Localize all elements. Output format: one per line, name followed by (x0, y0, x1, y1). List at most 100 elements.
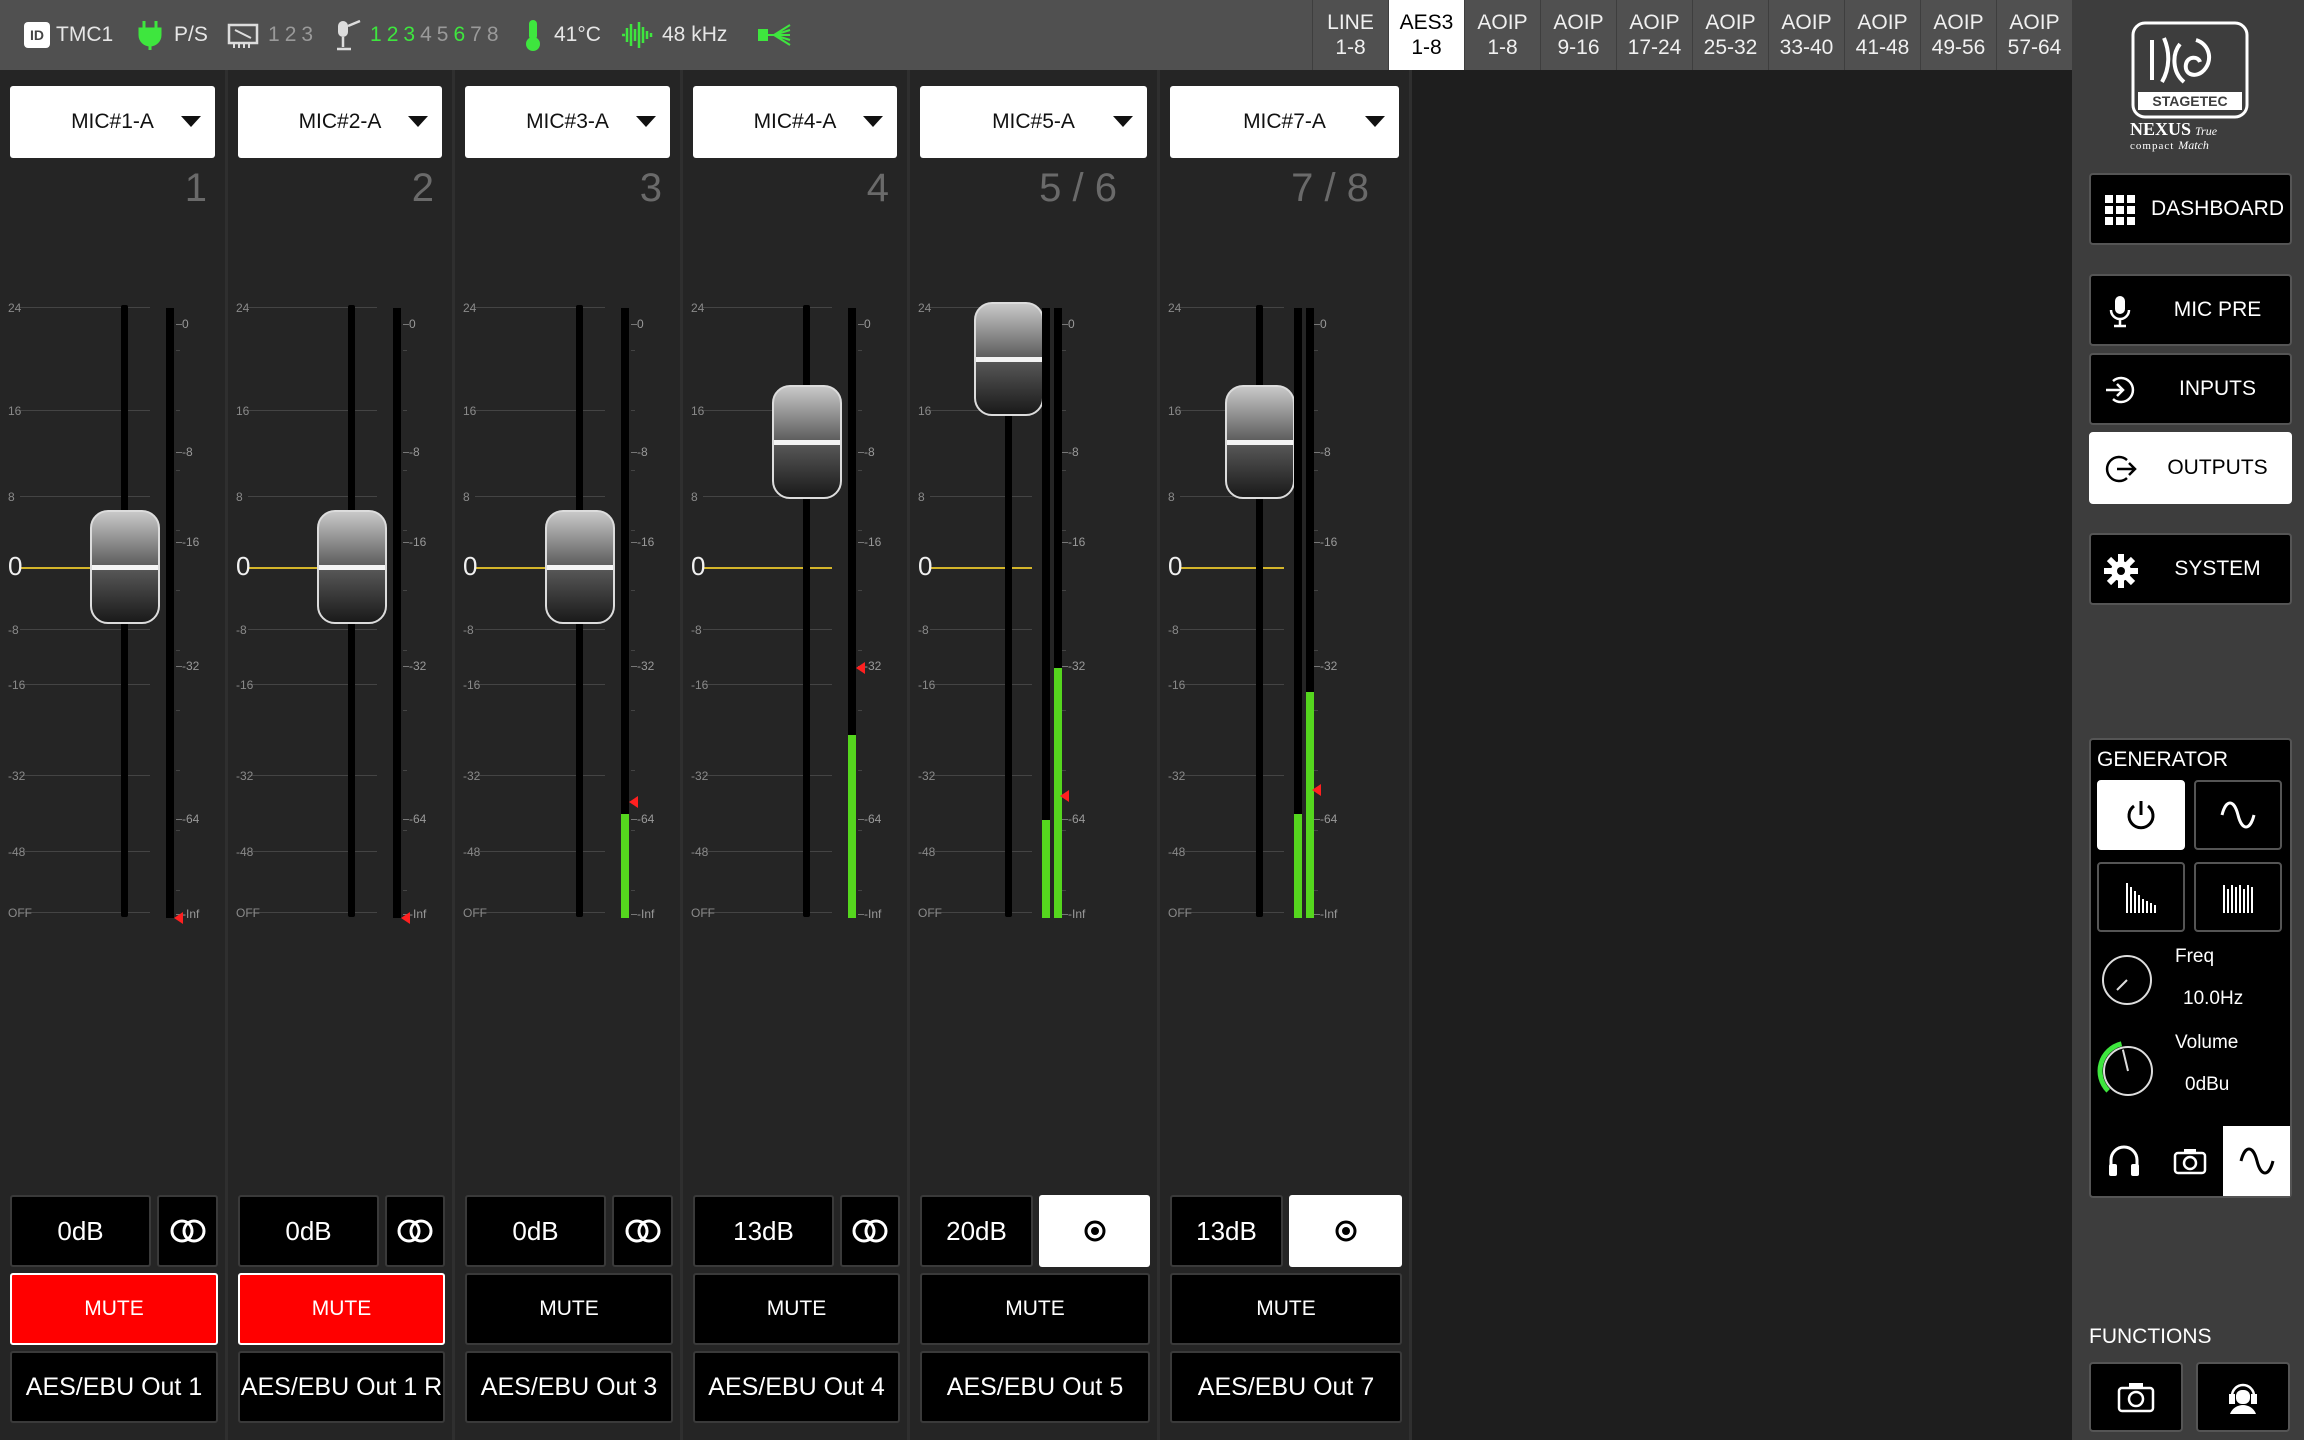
fader-scale-line (20, 912, 150, 913)
fader-knob[interactable] (1225, 385, 1295, 500)
nav-button-label: INPUTS (2178, 377, 2256, 400)
frequency-knob[interactable] (2099, 952, 2155, 1008)
generator-snapshot-button[interactable] (2157, 1126, 2223, 1196)
fader-scale-label: -32 (691, 769, 709, 783)
source-tab-range: 57-64 (2007, 36, 2062, 59)
network-status: 123 (226, 0, 318, 70)
gain-button[interactable]: 0dB (465, 1195, 606, 1267)
mute-button[interactable]: MUTE (1170, 1273, 1402, 1345)
fader-scale-line (1180, 851, 1284, 852)
product-line2: compact (2130, 140, 2175, 152)
meter-minor-tick (631, 350, 635, 351)
fader-scale-label: 16 (8, 404, 22, 418)
source-select-label: MIC#1-A (71, 110, 154, 133)
link-mode-button[interactable] (1289, 1195, 1402, 1267)
waveform-icon (620, 20, 656, 50)
meter-minor-tick (403, 830, 407, 831)
meter-scale-label: -Inf (409, 907, 427, 921)
gain-button[interactable]: 13dB (693, 1195, 834, 1267)
gain-button[interactable]: 0dB (10, 1195, 151, 1267)
source-tab[interactable]: LINE 1-8 (1312, 0, 1388, 70)
gain-button[interactable]: 20dB (920, 1195, 1033, 1267)
mono-icon (1335, 1220, 1356, 1242)
nav-mic-pre-button[interactable]: MIC PRE (2089, 274, 2292, 346)
mic-slot-number: 3 (403, 23, 416, 46)
source-tab[interactable]: AOIP 1-8 (1464, 0, 1540, 70)
generator-white-noise-button[interactable] (2194, 862, 2282, 932)
mute-button[interactable]: MUTE (920, 1273, 1150, 1345)
link-mode-button[interactable] (157, 1195, 218, 1267)
link-mode-button[interactable] (612, 1195, 673, 1267)
source-select-label: MIC#3-A (526, 110, 609, 133)
meter-scale-label: -64 (864, 812, 882, 826)
meter-minor-tick (858, 410, 862, 411)
fader-knob[interactable] (317, 510, 387, 624)
source-tab[interactable]: AOIP 49-56 (1920, 0, 1996, 70)
fader-scale-line (703, 775, 832, 776)
mute-button[interactable]: MUTE (238, 1273, 445, 1345)
nav-system-button[interactable]: SYSTEM (2089, 533, 2292, 605)
output-name-button[interactable]: AES/EBU Out 4 (693, 1351, 900, 1423)
fader-knob[interactable] (974, 301, 1044, 416)
meter-minor-tick (176, 470, 180, 471)
nav-dashboard-button[interactable]: DASHBOARD (2089, 173, 2292, 245)
generator-power-button[interactable] (2097, 780, 2185, 850)
source-select-dropdown[interactable]: MIC#5-A (920, 86, 1147, 158)
source-tab[interactable]: AOIP 9-16 (1540, 0, 1616, 70)
fader-knob[interactable] (545, 510, 615, 624)
source-select-label: MIC#4-A (753, 110, 837, 133)
gain-button[interactable]: 0dB (238, 1195, 379, 1267)
output-name-button[interactable]: AES/EBU Out 5 (920, 1351, 1150, 1423)
output-name-button[interactable]: AES/EBU Out 3 (465, 1351, 673, 1423)
nav-button-label: DASHBOARD (2150, 197, 2285, 220)
fader-scale-label: 16 (1168, 404, 1182, 418)
meter-scale-label: -8 (864, 445, 875, 459)
tech-support-function-button[interactable] (2196, 1362, 2290, 1432)
meter-scale-label: -32 (864, 659, 882, 673)
meter-minor-tick (176, 650, 180, 651)
output-name-button[interactable]: AES/EBU Out 7 (1170, 1351, 1402, 1423)
fader-scale-label: -32 (8, 769, 26, 783)
fader-knob[interactable] (90, 510, 160, 624)
output-name-button[interactable]: AES/EBU Out 1 R (238, 1351, 445, 1423)
fader-scale-label: -32 (1168, 769, 1186, 783)
meter-minor-tick (858, 530, 862, 531)
link-mode-button[interactable] (1039, 1195, 1150, 1267)
gain-button[interactable]: 13dB (1170, 1195, 1283, 1267)
headphone-button[interactable] (2091, 1126, 2157, 1196)
source-select-dropdown[interactable]: MIC#7-A (1170, 86, 1399, 158)
generator-output-sine-button[interactable] (2223, 1126, 2290, 1196)
fader-scale-label: 0 (8, 551, 23, 581)
output-name-button[interactable]: AES/EBU Out 1 (10, 1351, 218, 1423)
source-tab[interactable]: AOIP 41-48 (1844, 0, 1920, 70)
source-select-dropdown[interactable]: MIC#1-A (10, 86, 215, 158)
generator-sine-button[interactable] (2194, 780, 2282, 850)
source-tab[interactable]: AOIP 57-64 (1996, 0, 2072, 70)
meter-scale-label: 0 (1068, 317, 1075, 331)
peak-hold-marker (856, 661, 865, 674)
meter-minor-tick (631, 890, 635, 891)
source-select-dropdown[interactable]: MIC#3-A (465, 86, 670, 158)
fader-knob[interactable] (772, 385, 842, 500)
snapshot-function-button[interactable] (2089, 1362, 2183, 1432)
mute-button[interactable]: MUTE (693, 1273, 900, 1345)
source-select-dropdown[interactable]: MIC#2-A (238, 86, 442, 158)
link-mode-button[interactable] (840, 1195, 900, 1267)
source-tab[interactable]: AOIP 33-40 (1768, 0, 1844, 70)
fader-scale-label: -32 (463, 769, 481, 783)
source-tab[interactable]: AOIP 17-24 (1616, 0, 1692, 70)
meter-minor-tick (176, 710, 180, 711)
source-tab[interactable]: AOIP 25-32 (1692, 0, 1768, 70)
source-tab[interactable]: AES3 1-8 (1388, 0, 1464, 70)
source-select-dropdown[interactable]: MIC#4-A (693, 86, 897, 158)
mute-button[interactable]: MUTE (465, 1273, 673, 1345)
mute-button[interactable]: MUTE (10, 1273, 218, 1345)
generator-pink-noise-button[interactable] (2097, 862, 2185, 932)
stagetec-logo-mark: STAGETEC (2131, 21, 2249, 119)
source-tab-bar: LINE 1-8 AES3 1-8 AOIP 1-8 AOIP 9-16 AOIP 17-24 AO… (1312, 0, 2072, 70)
nav-inputs-button[interactable]: INPUTS (2089, 353, 2292, 425)
volume-knob[interactable] (2097, 1040, 2159, 1102)
nav-outputs-button[interactable]: OUTPUTS (2089, 432, 2292, 504)
peak-hold-marker (629, 796, 638, 809)
link-mode-button[interactable] (385, 1195, 445, 1267)
